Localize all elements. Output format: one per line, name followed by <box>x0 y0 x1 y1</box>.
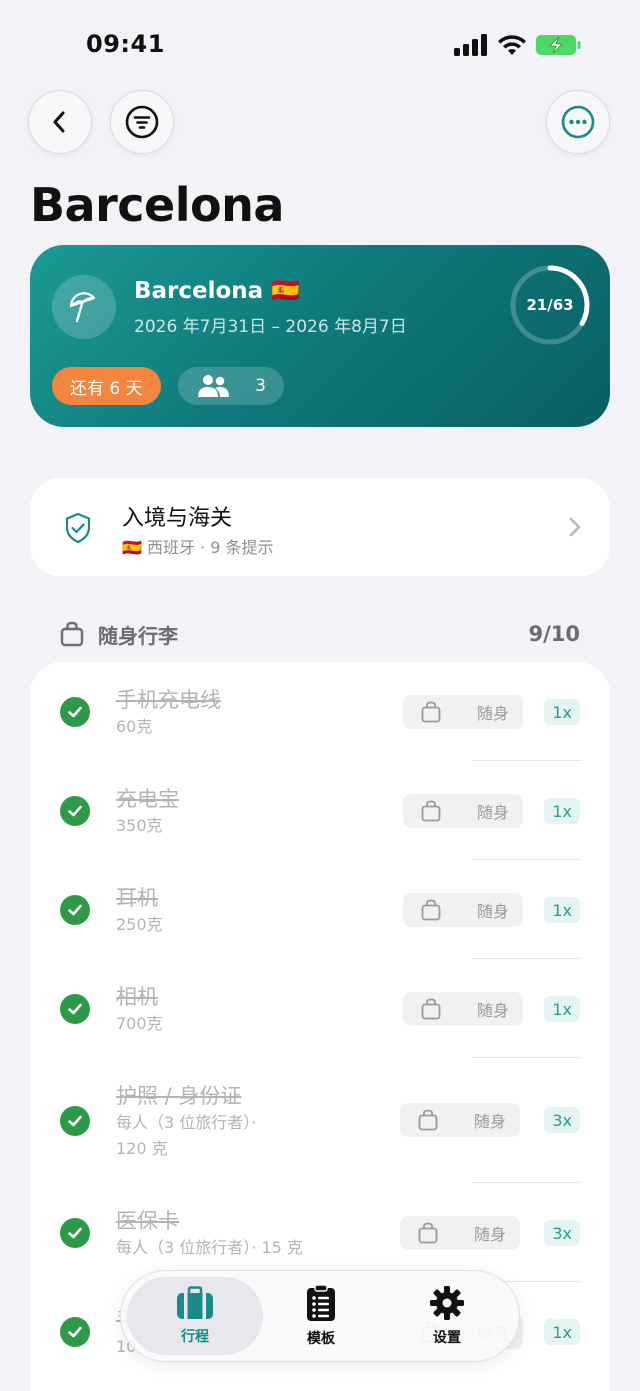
item-name: 耳机 <box>116 886 158 910</box>
tab-label: 设置 <box>433 1330 461 1346</box>
checked-icon[interactable] <box>60 1317 90 1347</box>
list-item[interactable]: 耳机 250克 随身 1x <box>30 860 610 959</box>
bag-icon <box>60 621 84 647</box>
bag-icon <box>418 1109 438 1131</box>
bag-selector[interactable]: 随身 <box>403 695 523 729</box>
bag-selector[interactable]: 随身 <box>403 992 523 1026</box>
bag-icon <box>421 701 441 723</box>
item-name: 手机充电线 <box>116 688 221 712</box>
chevron-left-icon <box>53 111 65 133</box>
list-item[interactable]: 手机充电线 60克 随身 1x <box>30 662 610 761</box>
checked-icon[interactable] <box>60 697 90 727</box>
checked-icon[interactable] <box>60 1106 90 1136</box>
more-button[interactable] <box>546 90 610 154</box>
bag-icon <box>421 800 441 822</box>
bag-icon <box>418 1222 438 1244</box>
status-time: 09:41 <box>86 30 165 58</box>
tab-label: 行程 <box>181 1329 209 1345</box>
filter-icon <box>125 105 159 139</box>
trip-name: Barcelona 🇪🇸 <box>134 278 300 304</box>
tab-templates[interactable]: 模板 <box>253 1277 389 1355</box>
bag-label: 随身 <box>473 1112 506 1131</box>
customs-info-card[interactable]: 入境与海关 🇪🇸 西班牙 · 9 条提示 <box>30 478 610 576</box>
item-weight: 每人（3 位旅行者）· 15 克 <box>116 1238 303 1257</box>
chevron-right-icon <box>569 517 581 537</box>
beach-umbrella-icon <box>69 292 96 323</box>
item-weight-line-2: 120 克 <box>116 1139 168 1158</box>
bag-icon <box>421 998 441 1020</box>
trip-summary-card[interactable]: Barcelona 🇪🇸 2026 年7月31日 – 2026 年8月7日 21… <box>30 245 610 427</box>
trip-dates: 2026 年7月31日 – 2026 年8月7日 <box>134 317 407 337</box>
bag-icon <box>421 899 441 921</box>
item-weight: 每人（3 位旅行者）· <box>116 1113 257 1132</box>
checked-icon[interactable] <box>60 796 90 826</box>
item-weight: 700克 <box>116 1014 163 1033</box>
quantity-badge[interactable]: 3x <box>544 1220 580 1246</box>
days-left-badge: 还有 6 天 <box>52 367 161 405</box>
packing-progress-label: 21/63 <box>526 296 574 314</box>
checked-icon[interactable] <box>60 895 90 925</box>
quantity-badge[interactable]: 1x <box>544 699 580 725</box>
tab-settings[interactable]: 设置 <box>379 1277 515 1355</box>
shield-check-icon <box>65 512 91 544</box>
bag-selector[interactable]: 随身 <box>403 893 523 927</box>
tab-label: 模板 <box>307 1331 335 1347</box>
bag-label: 随身 <box>476 902 509 921</box>
battery-charging-icon <box>536 35 581 55</box>
checked-icon[interactable] <box>60 1218 90 1248</box>
tab-bar: 行程 模板 设置 <box>120 1270 520 1362</box>
list-item[interactable]: 相机 700克 随身 1x <box>30 959 610 1058</box>
quantity-badge[interactable]: 1x <box>544 897 580 923</box>
tab-trips[interactable]: 行程 <box>127 1277 263 1355</box>
trip-icon-badge <box>52 275 116 339</box>
bag-selector[interactable]: 随身 <box>400 1216 520 1250</box>
checked-icon[interactable] <box>60 994 90 1024</box>
status-icons <box>454 34 582 56</box>
item-weight: 60克 <box>116 717 153 736</box>
item-name: 医保卡 <box>116 1209 179 1233</box>
signal-icon <box>454 34 487 56</box>
status-bar: 09:41 <box>0 0 640 90</box>
section-title: 随身行李 <box>98 623 178 648</box>
list-item[interactable]: 充电宝 350克 随身 1x <box>30 761 610 860</box>
section-count: 9/10 <box>528 622 580 646</box>
ellipsis-circle-icon <box>561 105 595 139</box>
item-name: 充电宝 <box>116 787 179 811</box>
list-item[interactable]: 医保卡 每人（3 位旅行者）· 15 克 随身 3x <box>30 1183 610 1282</box>
item-name: 相机 <box>116 985 158 1009</box>
clipboard-list-icon <box>307 1284 335 1321</box>
list-item[interactable]: 护照 / 身份证 每人（3 位旅行者）· 120 克 随身 3x <box>30 1058 610 1183</box>
page-title: Barcelona <box>30 178 284 232</box>
bag-label: 随身 <box>476 1001 509 1020</box>
filter-button[interactable] <box>110 90 174 154</box>
quantity-badge[interactable]: 1x <box>544 996 580 1022</box>
carry-on-section-header[interactable]: 随身行李 9/10 <box>60 618 580 650</box>
quantity-badge[interactable]: 1x <box>544 798 580 824</box>
customs-title: 入境与海关 <box>122 506 233 531</box>
customs-subtitle: 🇪🇸 西班牙 · 9 条提示 <box>122 538 274 557</box>
bag-label: 随身 <box>476 803 509 822</box>
suitcase-icon <box>177 1286 213 1319</box>
travelers-count: 3 <box>255 376 266 396</box>
bag-label: 随身 <box>476 704 509 723</box>
bag-selector[interactable]: 随身 <box>400 1103 520 1137</box>
bag-selector[interactable]: 随身 <box>403 794 523 828</box>
quantity-badge[interactable]: 1x <box>544 1319 580 1345</box>
item-weight: 350克 <box>116 816 163 835</box>
quantity-badge[interactable]: 3x <box>544 1107 580 1133</box>
bag-label: 随身 <box>473 1225 506 1244</box>
item-name: 护照 / 身份证 <box>116 1084 242 1108</box>
gear-icon <box>430 1286 464 1320</box>
wifi-icon <box>498 35 526 55</box>
item-weight: 250克 <box>116 915 163 934</box>
people-icon <box>198 375 229 397</box>
back-button[interactable] <box>28 90 92 154</box>
travelers-badge[interactable]: 3 <box>178 367 284 405</box>
